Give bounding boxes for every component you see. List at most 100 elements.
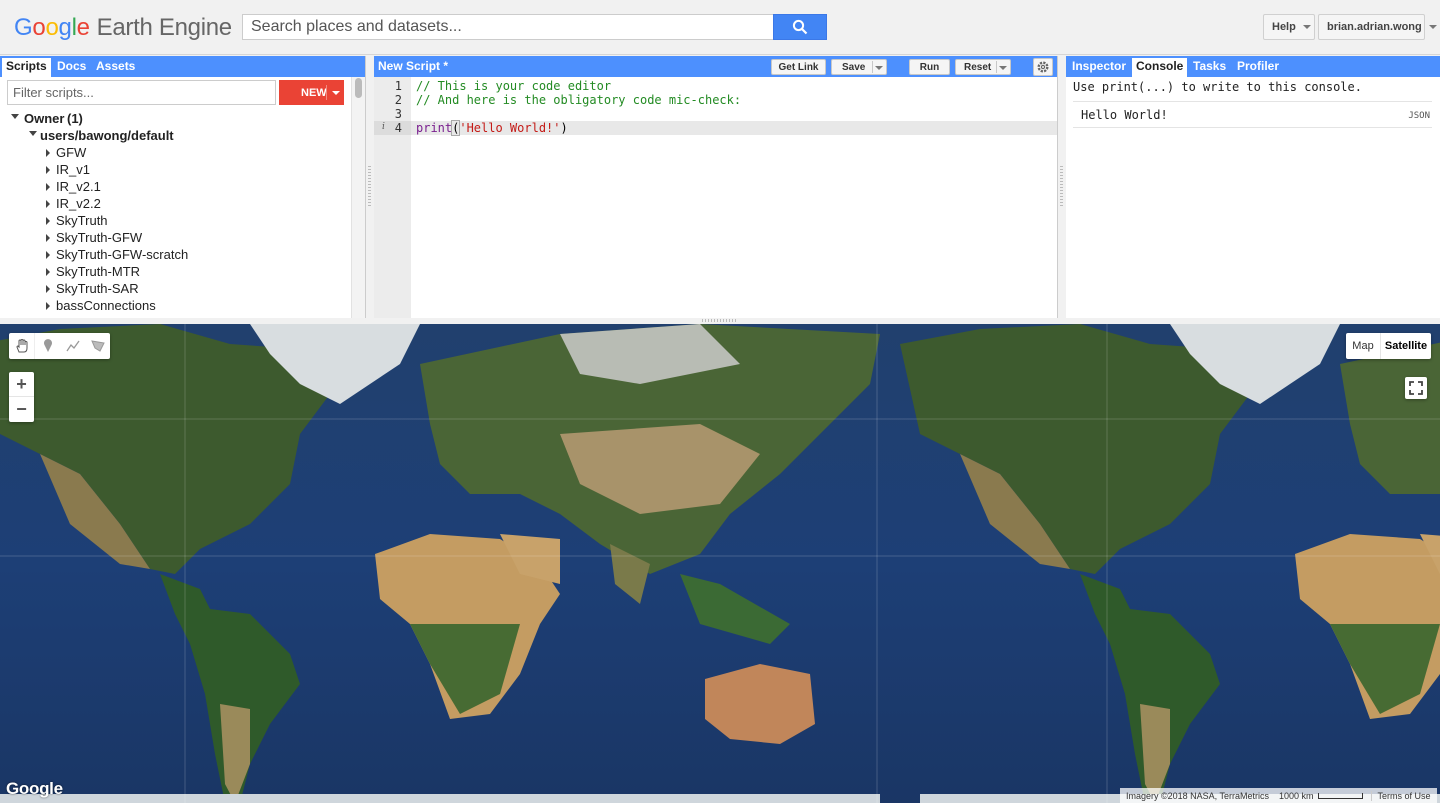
caret-right-icon bbox=[46, 149, 50, 157]
tab-inspector[interactable]: Inspector bbox=[1068, 58, 1130, 77]
add-marker-button[interactable] bbox=[35, 333, 60, 359]
polygon-icon bbox=[90, 340, 105, 352]
drawing-tools bbox=[9, 333, 110, 359]
user-account-button[interactable]: brian.adrian.wong bbox=[1318, 14, 1437, 40]
console-hint: Use print(...) to write to this console. bbox=[1073, 80, 1362, 94]
code-line-2[interactable]: // And here is the obligatory code mic-c… bbox=[416, 93, 741, 107]
chevron-down-icon[interactable] bbox=[999, 66, 1007, 70]
tab-assets[interactable]: Assets bbox=[92, 58, 139, 77]
fullscreen-button[interactable] bbox=[1405, 377, 1427, 399]
imagery-credit: Imagery ©2018 NASA, TerraMetrics bbox=[1126, 790, 1270, 801]
line-icon bbox=[65, 340, 80, 352]
top-header: Google Earth Engine Search places and dat… bbox=[0, 0, 1440, 55]
console-output-text: Hello World! bbox=[1081, 108, 1168, 122]
google-watermark-logo[interactable]: Google bbox=[6, 779, 63, 799]
reset-label: Reset bbox=[964, 61, 992, 73]
right-tab-bar: Inspector Console Tasks Profiler bbox=[1066, 56, 1440, 77]
scrollbar-thumb[interactable] bbox=[355, 78, 362, 98]
script-name: bassConnections bbox=[56, 298, 156, 313]
draw-shape-button[interactable] bbox=[85, 333, 110, 359]
line-number: 1 bbox=[394, 79, 402, 93]
map-type-satellite[interactable]: Satellite bbox=[1380, 333, 1431, 359]
fullscreen-icon bbox=[1409, 381, 1423, 395]
script-name: SkyTruth-GFW-scratch bbox=[56, 247, 189, 262]
code-line-4[interactable]: print('Hello World!') bbox=[416, 120, 568, 136]
code-function: print bbox=[416, 121, 453, 135]
pan-tool-button[interactable] bbox=[9, 333, 35, 359]
hand-icon bbox=[15, 339, 27, 353]
search-button[interactable] bbox=[773, 14, 827, 40]
script-name: GFW bbox=[56, 145, 87, 160]
map-attribution: Imagery ©2018 NASA, TerraMetrics 1000 km… bbox=[1120, 788, 1437, 803]
divider bbox=[996, 61, 997, 73]
point-icon bbox=[43, 339, 52, 352]
panel-splitter[interactable] bbox=[366, 56, 374, 318]
app-window: Google Earth Engine Search places and dat… bbox=[0, 0, 1440, 803]
new-script-button[interactable]: NEW bbox=[279, 80, 344, 105]
console-panel: Inspector Console Tasks Profiler Use pri… bbox=[1066, 56, 1440, 318]
grip-icon bbox=[1060, 166, 1063, 206]
script-name: IR_v1 bbox=[56, 162, 90, 177]
caret-right-icon bbox=[46, 217, 50, 225]
line-number-gutter: 1 2 3 4 i bbox=[374, 77, 411, 318]
script-name: SkyTruth bbox=[56, 213, 108, 228]
zoom-control: + − bbox=[9, 372, 34, 422]
tab-docs[interactable]: Docs bbox=[53, 58, 90, 77]
info-icon[interactable]: i bbox=[382, 122, 385, 132]
settings-button[interactable] bbox=[1033, 58, 1053, 76]
search-icon bbox=[792, 19, 808, 35]
google-earth-engine-logo[interactable]: Google Earth Engine bbox=[14, 13, 232, 43]
console-output-row[interactable]: Hello World! JSON bbox=[1073, 101, 1432, 128]
logo-product-name: Earth Engine bbox=[96, 14, 232, 41]
chevron-down-icon bbox=[1302, 25, 1311, 29]
caret-right-icon bbox=[46, 183, 50, 191]
grip-icon bbox=[368, 166, 371, 206]
zoom-in-button[interactable]: + bbox=[9, 372, 34, 397]
map-type-map[interactable]: Map bbox=[1346, 333, 1380, 359]
gear-icon bbox=[1037, 61, 1049, 73]
chevron-down-icon[interactable] bbox=[875, 66, 883, 70]
scale-bar bbox=[1317, 792, 1363, 799]
new-label: NEW bbox=[301, 86, 327, 99]
code-line-1[interactable]: // This is your code editor bbox=[416, 79, 611, 93]
line-number: 2 bbox=[394, 93, 402, 107]
logo-letter: e bbox=[76, 14, 90, 41]
tab-console[interactable]: Console bbox=[1132, 58, 1188, 77]
json-link[interactable]: JSON bbox=[1408, 111, 1430, 121]
caret-down-icon bbox=[29, 131, 37, 136]
search-input[interactable]: Search places and datasets... bbox=[242, 14, 774, 40]
tab-tasks[interactable]: Tasks bbox=[1189, 58, 1230, 77]
user-label: brian.adrian.wong bbox=[1327, 21, 1422, 33]
caret-right-icon bbox=[46, 285, 50, 293]
left-tab-bar: Scripts Docs Assets bbox=[0, 56, 365, 77]
chevron-down-icon bbox=[1428, 25, 1437, 29]
map-view[interactable]: + − Map Satellite Google Imagery ©2018 N… bbox=[0, 324, 1440, 803]
script-name: SkyTruth-GFW bbox=[56, 230, 143, 245]
reset-button[interactable]: Reset bbox=[955, 59, 1011, 75]
caret-right-icon bbox=[46, 166, 50, 174]
script-name: SkyTruth-MTR bbox=[56, 264, 141, 279]
zoom-out-button[interactable]: − bbox=[9, 397, 34, 422]
panel-splitter[interactable] bbox=[1058, 56, 1066, 318]
scrollbar-track[interactable] bbox=[351, 77, 365, 318]
get-link-button[interactable]: Get Link bbox=[771, 59, 826, 75]
run-button[interactable]: Run bbox=[909, 59, 950, 75]
help-button[interactable]: Help bbox=[1263, 14, 1315, 40]
chevron-down-icon[interactable] bbox=[332, 91, 340, 95]
tab-profiler[interactable]: Profiler bbox=[1233, 58, 1283, 77]
caret-right-icon bbox=[46, 234, 50, 242]
tab-scripts[interactable]: Scripts bbox=[2, 58, 51, 77]
line-number: 3 bbox=[394, 107, 402, 121]
caret-right-icon bbox=[46, 251, 50, 259]
code-paren: ) bbox=[560, 121, 568, 135]
save-button[interactable]: Save bbox=[831, 59, 887, 75]
script-name: SkyTruth-SAR bbox=[56, 281, 139, 296]
terms-of-use-link[interactable]: Terms of Use bbox=[1370, 790, 1437, 801]
editor-title-bar: New Script * Get Link Save Run Reset bbox=[374, 56, 1057, 77]
line-number: 4 bbox=[394, 121, 402, 135]
filter-scripts-input[interactable]: Filter scripts... bbox=[7, 80, 276, 105]
draw-line-button[interactable] bbox=[60, 333, 85, 359]
save-label: Save bbox=[842, 61, 866, 73]
scale-label[interactable]: 1000 km bbox=[1275, 791, 1318, 801]
script-title[interactable]: New Script * bbox=[374, 58, 452, 77]
